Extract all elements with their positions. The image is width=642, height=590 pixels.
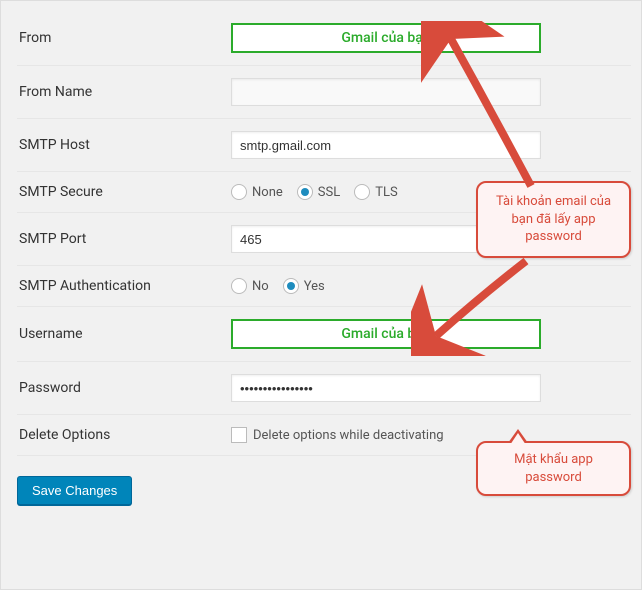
label-smtp-host: SMTP Host (17, 137, 231, 153)
password-input[interactable] (231, 374, 541, 402)
from-highlight[interactable]: Gmail của bạn (231, 23, 541, 53)
row-password: Password (17, 362, 631, 415)
radio-secure-none[interactable]: None (231, 184, 283, 200)
callout-password-hint: Mật khẩu app password (476, 441, 631, 496)
username-highlight[interactable]: Gmail của bạn (231, 319, 541, 349)
callout-email-hint: Tài khoản email của bạn đã lấy app passw… (476, 181, 631, 258)
radio-secure-tls[interactable]: TLS (354, 184, 397, 200)
settings-form: From Gmail của bạn From Name SMTP Host S… (0, 0, 642, 590)
label-smtp-port: SMTP Port (17, 231, 231, 247)
row-from: From Gmail của bạn (17, 11, 631, 66)
label-from-name: From Name (17, 84, 231, 100)
label-smtp-secure: SMTP Secure (17, 184, 231, 200)
row-username: Username Gmail của bạn (17, 307, 631, 362)
row-smtp-auth: SMTP Authentication No Yes (17, 266, 631, 307)
label-password: Password (17, 380, 231, 396)
delete-options-checkbox[interactable] (231, 427, 247, 443)
radio-auth-no[interactable]: No (231, 278, 269, 294)
label-username: Username (17, 326, 231, 342)
save-button[interactable]: Save Changes (17, 476, 132, 505)
from-name-input[interactable] (231, 78, 541, 106)
smtp-auth-group: No Yes (231, 278, 631, 294)
label-delete-options: Delete Options (17, 427, 231, 443)
delete-options-text: Delete options while deactivating (253, 428, 444, 443)
row-from-name: From Name (17, 66, 631, 119)
radio-secure-ssl[interactable]: SSL (297, 184, 340, 200)
radio-auth-yes[interactable]: Yes (283, 278, 325, 294)
smtp-host-input[interactable] (231, 131, 541, 159)
label-smtp-auth: SMTP Authentication (17, 278, 231, 294)
label-from: From (17, 30, 231, 46)
row-smtp-host: SMTP Host (17, 119, 631, 172)
